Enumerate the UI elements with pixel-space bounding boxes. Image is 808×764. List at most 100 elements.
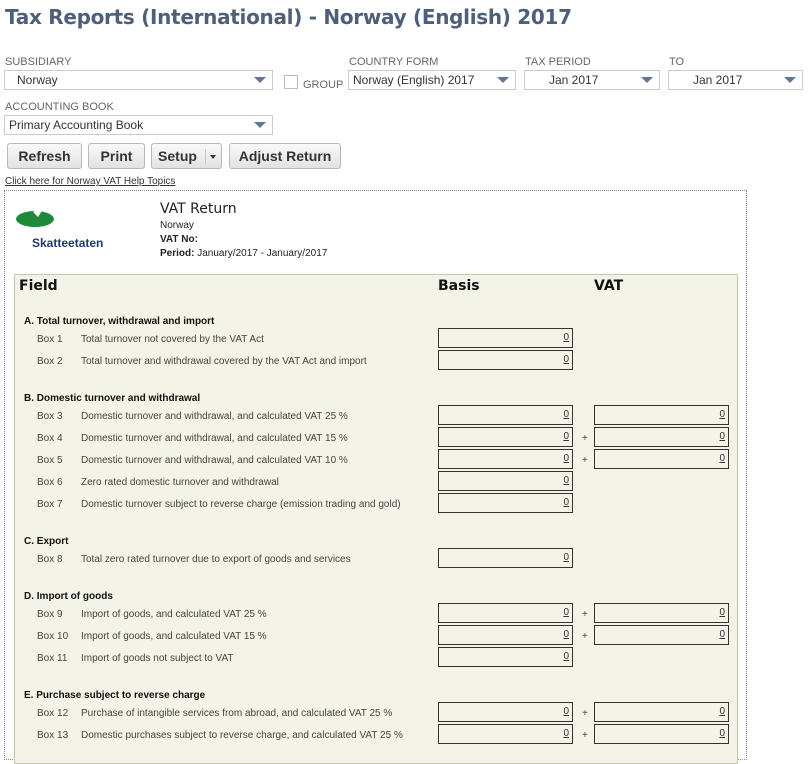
row-description: Import of goods, and calculated VAT 15 % (81, 631, 267, 642)
box-number: Box 8 (37, 554, 63, 565)
group-label: GROUP (303, 79, 344, 91)
row-description: Zero rated domestic turnover and withdra… (81, 477, 279, 488)
box-number: Box 10 (37, 631, 69, 642)
basis-input[interactable]: 0 (438, 702, 573, 722)
basis-value: 0 (563, 629, 569, 640)
basis-input[interactable]: 0 (438, 449, 573, 469)
chevron-down-icon (497, 77, 509, 83)
period-label: Period: (160, 248, 195, 259)
basis-input[interactable]: 0 (438, 350, 573, 370)
setup-button[interactable]: Setup (151, 143, 222, 169)
plus-sign: + (582, 708, 588, 719)
plus-sign: + (582, 455, 588, 466)
report-period: Period: January/2017 - January/2017 (160, 248, 327, 259)
column-header-basis: Basis (438, 278, 480, 294)
country-form-label: COUNTRY FORM (349, 56, 439, 68)
vat-input[interactable]: 0 (594, 702, 729, 722)
basis-input[interactable]: 0 (438, 493, 573, 513)
section-c-heading: C. Export (24, 536, 69, 547)
vat-value: 0 (719, 706, 725, 717)
period-value: January/2017 - January/2017 (197, 248, 328, 259)
vat-value: 0 (719, 409, 725, 420)
vat-value: 0 (719, 629, 725, 640)
basis-value: 0 (563, 706, 569, 717)
box-number: Box 4 (37, 433, 63, 444)
print-button[interactable]: Print (88, 143, 145, 169)
chevron-down-icon (784, 77, 796, 83)
box-number: Box 12 (37, 708, 69, 719)
accounting-book-value: Primary Accounting Book (9, 118, 144, 132)
basis-input[interactable]: 0 (438, 603, 573, 623)
basis-value: 0 (563, 651, 569, 662)
basis-input[interactable]: 0 (438, 625, 573, 645)
section-b-heading: B. Domestic turnover and withdrawal (24, 393, 201, 404)
basis-input[interactable]: 0 (438, 405, 573, 425)
plus-sign: + (582, 433, 588, 444)
row-description: Domestic purchases subject to reverse ch… (81, 730, 403, 741)
box-number: Box 13 (37, 730, 69, 741)
vat-value: 0 (719, 431, 725, 442)
to-label: TO (669, 56, 685, 68)
basis-input[interactable]: 0 (438, 647, 573, 667)
box-number: Box 3 (37, 411, 63, 422)
subsidiary-select[interactable]: Norway (4, 70, 273, 90)
row-description: Purchase of intangible services from abr… (81, 708, 393, 719)
row-description: Domestic turnover subject to reverse cha… (81, 499, 401, 510)
vat-input[interactable]: 0 (594, 724, 729, 744)
plus-sign: + (582, 609, 588, 620)
report-title: VAT Return (160, 201, 237, 217)
box-number: Box 7 (37, 499, 63, 510)
basis-value: 0 (563, 607, 569, 618)
basis-value: 0 (563, 552, 569, 563)
adjust-return-button[interactable]: Adjust Return (229, 143, 341, 169)
row-description: Total zero rated turnover due to export … (81, 554, 351, 565)
basis-value: 0 (563, 453, 569, 464)
vat-no-label: VAT No: (160, 234, 198, 245)
vat-input[interactable]: 0 (594, 405, 729, 425)
row-description: Domestic turnover and withdrawal, and ca… (81, 455, 348, 466)
basis-value: 0 (563, 354, 569, 365)
chevron-down-icon (641, 77, 653, 83)
plus-sign: + (582, 730, 588, 741)
vat-input[interactable]: 0 (594, 625, 729, 645)
country-form-select[interactable]: Norway (English) 2017 (348, 70, 516, 90)
basis-input[interactable]: 0 (438, 548, 573, 568)
accounting-book-label: ACCOUNTING BOOK (5, 101, 114, 113)
setup-label: Setup (158, 148, 197, 164)
section-d-heading: D. Import of goods (24, 591, 113, 602)
tax-period-select[interactable]: Jan 2017 (524, 70, 660, 90)
vat-input[interactable]: 0 (594, 449, 729, 469)
help-link[interactable]: Click here for Norway VAT Help Topics (5, 176, 175, 187)
to-value: Jan 2017 (693, 73, 743, 87)
caret-down-icon[interactable] (210, 155, 216, 159)
column-header-field: Field (19, 278, 58, 294)
skatteetaten-logo-icon (16, 206, 54, 227)
to-select[interactable]: Jan 2017 (668, 70, 803, 90)
basis-input[interactable]: 0 (438, 328, 573, 348)
box-number: Box 5 (37, 455, 63, 466)
accounting-book-select[interactable]: Primary Accounting Book (4, 115, 273, 135)
box-number: Box 6 (37, 477, 63, 488)
basis-input[interactable]: 0 (438, 724, 573, 744)
basis-input[interactable]: 0 (438, 471, 573, 491)
basis-input[interactable]: 0 (438, 427, 573, 447)
section-e-heading: E. Purchase subject to reverse charge (24, 690, 206, 701)
refresh-button[interactable]: Refresh (7, 143, 82, 169)
box-number: Box 2 (37, 356, 63, 367)
vat-input[interactable]: 0 (594, 427, 729, 447)
vat-input[interactable]: 0 (594, 603, 729, 623)
basis-value: 0 (563, 431, 569, 442)
country-form-value: Norway (English) 2017 (353, 73, 475, 87)
basis-value: 0 (563, 497, 569, 508)
basis-value: 0 (563, 475, 569, 486)
row-description: Total turnover and withdrawal covered by… (81, 356, 367, 367)
setup-divider (205, 149, 206, 164)
row-description: Total turnover not covered by the VAT Ac… (81, 334, 264, 345)
basis-value: 0 (563, 728, 569, 739)
chevron-down-icon (254, 77, 266, 83)
subsidiary-value: Norway (17, 73, 58, 87)
page-title: Tax Reports (International) - Norway (En… (5, 5, 572, 29)
vat-value: 0 (719, 453, 725, 464)
group-checkbox[interactable] (284, 75, 298, 89)
chevron-down-icon (254, 122, 266, 128)
